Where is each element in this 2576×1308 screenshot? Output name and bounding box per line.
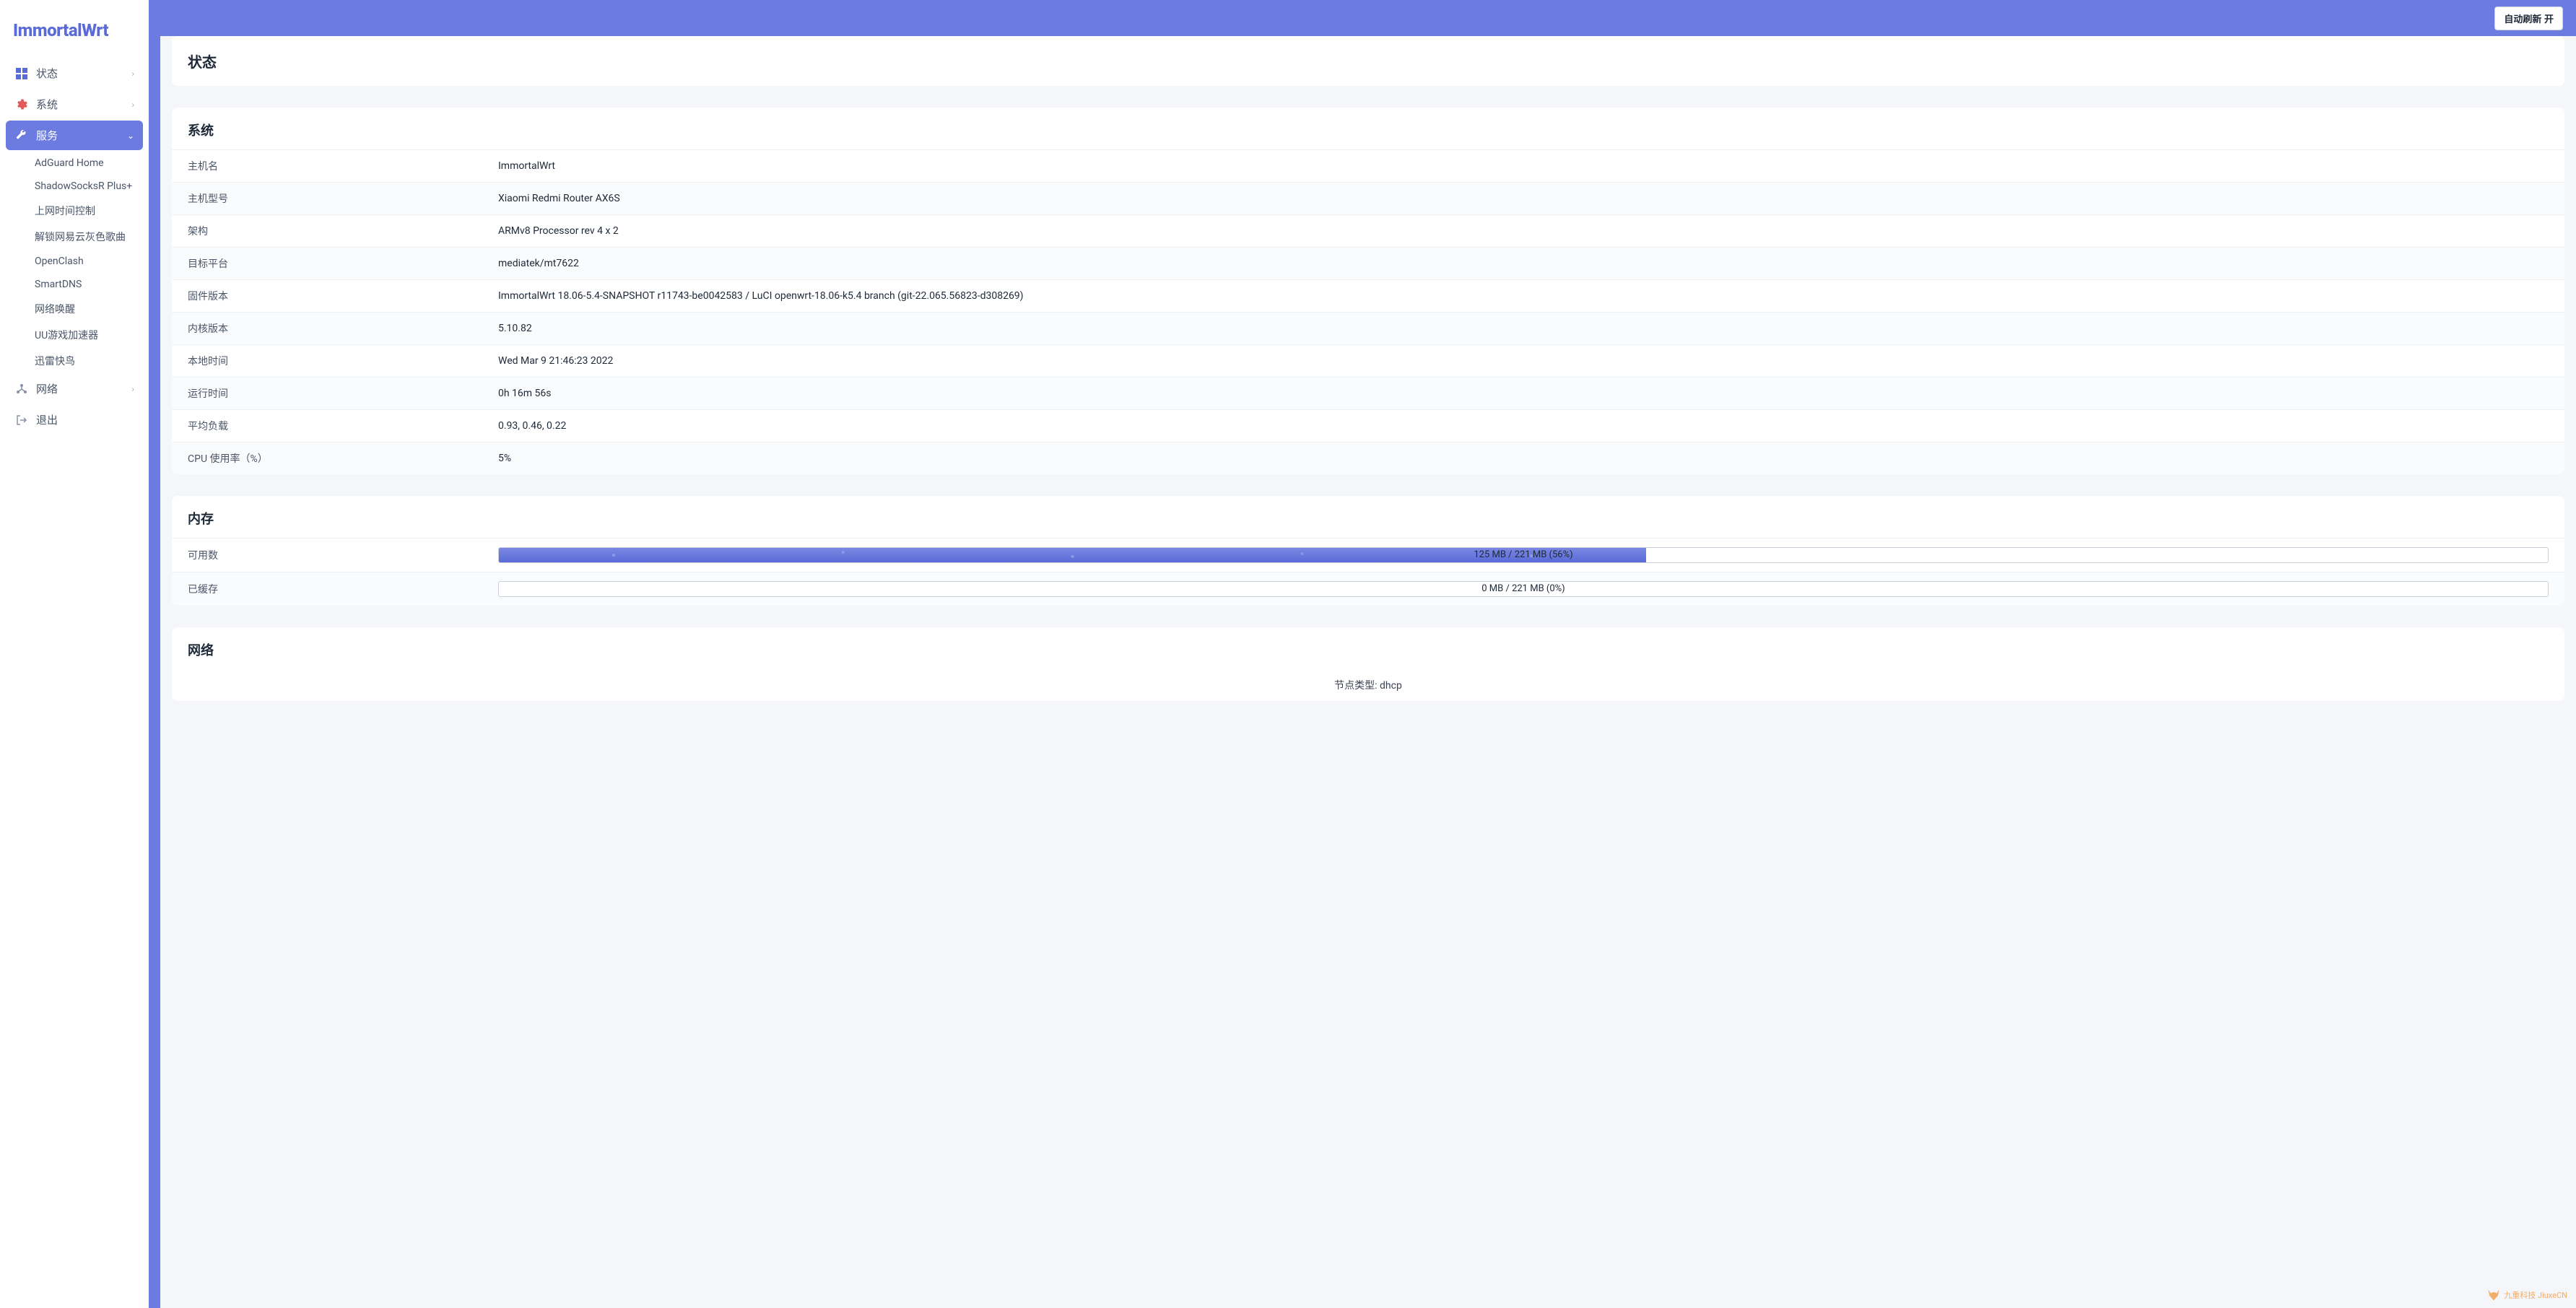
- kv-key: 主机型号: [188, 191, 498, 206]
- card-header-network: 网络: [172, 627, 2564, 669]
- content: 状态 系统 主机名 ImmortalWrt 主机型号 Xiaomi Redmi …: [160, 36, 2576, 1308]
- row-mem-cached: 已缓存 0 MB / 221 MB (0%): [172, 572, 2564, 606]
- watermark-text: 九重科技 JiuxeCN: [2504, 1289, 2567, 1301]
- nav-services[interactable]: 服务 ⌄: [6, 121, 143, 150]
- fox-icon: [2486, 1288, 2501, 1302]
- network-node-type: 节点类型: dhcp: [172, 669, 2564, 701]
- chevron-right-icon: ›: [131, 69, 134, 79]
- kv-key: 主机名: [188, 159, 498, 173]
- row-firmware: 固件版本 ImmortalWrt 18.06-5.4-SNAPSHOT r117…: [172, 279, 2564, 312]
- nav-label: 退出: [36, 412, 134, 427]
- kv-key: 可用数: [188, 548, 498, 562]
- kv-val: ARMv8 Processor rev 4 x 2: [498, 225, 2549, 237]
- nav-sub-item[interactable]: UU游戏加速器: [6, 322, 143, 348]
- row-cpu: CPU 使用率（%） 5%: [172, 442, 2564, 474]
- kv-val: mediatek/mt7622: [498, 258, 2549, 269]
- dashboard-icon: [14, 68, 29, 79]
- nav-sub-item[interactable]: OpenClash: [6, 250, 143, 273]
- kv-val: ImmortalWrt 18.06-5.4-SNAPSHOT r11743-be…: [498, 290, 2549, 302]
- kv-val: ImmortalWrt: [498, 160, 2549, 172]
- kv-key: 内核版本: [188, 321, 498, 336]
- nav-sub-item[interactable]: SmartDNS: [6, 273, 143, 296]
- system-card: 系统 主机名 ImmortalWrt 主机型号 Xiaomi Redmi Rou…: [172, 108, 2564, 474]
- memory-card: 内存 可用数 125 MB / 221 MB (56%) 已缓存 0 MB / …: [172, 496, 2564, 606]
- kv-val: 0h 16m 56s: [498, 388, 2549, 399]
- nav-sub-item[interactable]: ShadowSocksR Plus+: [6, 175, 143, 198]
- kv-key: 固件版本: [188, 289, 498, 303]
- topbar: 自动刷新 开: [149, 0, 2576, 36]
- nav-status[interactable]: 状态 ›: [6, 58, 143, 88]
- kv-key: 平均负载: [188, 419, 498, 433]
- nav-label: 状态: [36, 66, 131, 81]
- nav-sub-item[interactable]: 上网时间控制: [6, 198, 143, 224]
- progress-bar-cached: 0 MB / 221 MB (0%): [498, 581, 2549, 597]
- kv-key: 运行时间: [188, 386, 498, 401]
- card-header-memory: 内存: [172, 496, 2564, 538]
- page-title: 状态: [188, 51, 2549, 71]
- row-hostname: 主机名 ImmortalWrt: [172, 149, 2564, 182]
- row-target: 目标平台 mediatek/mt7622: [172, 247, 2564, 279]
- row-model: 主机型号 Xiaomi Redmi Router AX6S: [172, 182, 2564, 214]
- network-icon: [14, 383, 29, 395]
- nav-sub-item[interactable]: 解锁网易云灰色歌曲: [6, 224, 143, 250]
- nav-sub-item[interactable]: 迅雷快鸟: [6, 348, 143, 374]
- nav-label: 服务: [36, 128, 127, 143]
- row-kernel: 内核版本 5.10.82: [172, 312, 2564, 344]
- kv-key: 架构: [188, 224, 498, 238]
- kv-key: 目标平台: [188, 256, 498, 271]
- brand-logo: ImmortalWrt: [6, 6, 143, 58]
- chevron-down-icon: ⌄: [127, 131, 134, 141]
- nav-system[interactable]: 系统 ›: [6, 90, 143, 119]
- gear-icon: [14, 99, 29, 110]
- main: 自动刷新 开 状态 系统 主机名 ImmortalWrt 主机型号 Xiaomi…: [149, 0, 2576, 1308]
- kv-key: CPU 使用率（%）: [188, 451, 498, 466]
- row-load: 平均负载 0.93, 0.46, 0.22: [172, 409, 2564, 442]
- row-arch: 架构 ARMv8 Processor rev 4 x 2: [172, 214, 2564, 247]
- progress-bar-available: 125 MB / 221 MB (56%): [498, 547, 2549, 563]
- row-uptime: 运行时间 0h 16m 56s: [172, 377, 2564, 409]
- nav-sub-item[interactable]: 网络唤醒: [6, 296, 143, 322]
- progress-text: 125 MB / 221 MB (56%): [499, 548, 2548, 562]
- chevron-right-icon: ›: [131, 384, 134, 394]
- card-header-system: 系统: [172, 108, 2564, 149]
- nav-sub-item[interactable]: AdGuard Home: [6, 152, 143, 175]
- kv-key: 已缓存: [188, 582, 498, 596]
- nav-logout[interactable]: 退出: [6, 405, 143, 435]
- kv-val: Xiaomi Redmi Router AX6S: [498, 193, 2549, 204]
- page-title-card: 状态: [172, 36, 2564, 86]
- chevron-right-icon: ›: [131, 100, 134, 110]
- sidebar: ImmortalWrt 状态 › 系统 › 服务 ⌄ AdGuard HomeS…: [0, 0, 149, 1308]
- nav-label: 系统: [36, 97, 131, 112]
- kv-val: Wed Mar 9 21:46:23 2022: [498, 355, 2549, 367]
- progress-text: 0 MB / 221 MB (0%): [499, 582, 2548, 596]
- network-card: 网络 节点类型: dhcp: [172, 627, 2564, 701]
- kv-key: 本地时间: [188, 354, 498, 368]
- row-localtime: 本地时间 Wed Mar 9 21:46:23 2022: [172, 344, 2564, 377]
- kv-val: 5.10.82: [498, 323, 2549, 334]
- nav-label: 网络: [36, 381, 131, 396]
- nav-network[interactable]: 网络 ›: [6, 374, 143, 404]
- auto-refresh-button[interactable]: 自动刷新 开: [2494, 6, 2563, 30]
- watermark: 九重科技 JiuxeCN: [2486, 1288, 2567, 1302]
- row-mem-available: 可用数 125 MB / 221 MB (56%): [172, 538, 2564, 572]
- kv-val: 5%: [498, 453, 2549, 464]
- logout-icon: [14, 414, 29, 426]
- wrench-icon: [14, 130, 29, 141]
- kv-val: 0.93, 0.46, 0.22: [498, 420, 2549, 432]
